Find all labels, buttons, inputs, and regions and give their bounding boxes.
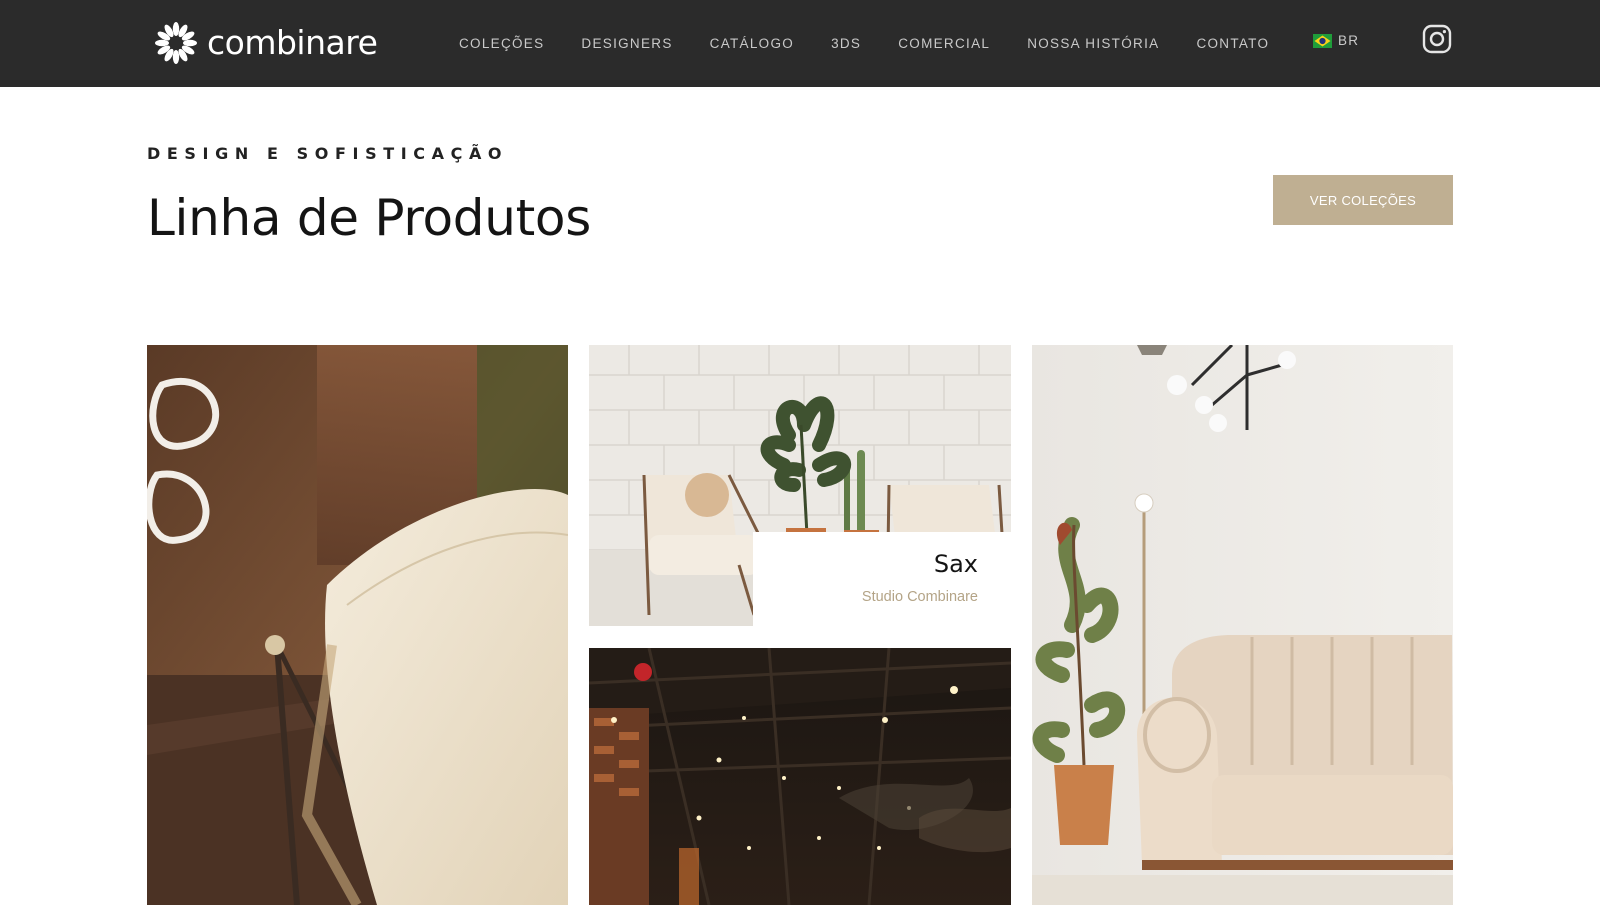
nav-item-designers[interactable]: DESIGNERS <box>581 36 672 51</box>
nav-item-catalogo[interactable]: CATÁLOGO <box>710 36 794 51</box>
page-title: Linha de Produtos <box>147 189 591 247</box>
view-collections-button[interactable]: VER COLEÇÕES <box>1273 175 1453 225</box>
product-image-pillow-chair[interactable] <box>147 345 568 905</box>
brand-name: combinare <box>207 23 378 62</box>
language-label: BR <box>1338 33 1360 48</box>
main-nav: COLEÇÕES DESIGNERS CATÁLOGO 3DS COMERCIA… <box>459 0 1269 87</box>
product-card-title: Sax <box>933 550 978 578</box>
instagram-icon[interactable] <box>1422 24 1452 54</box>
product-card-sax[interactable]: Sax Studio Combinare <box>753 532 1011 626</box>
nav-item-comercial[interactable]: COMERCIAL <box>898 36 990 51</box>
nav-item-nossa-historia[interactable]: NOSSA HISTÓRIA <box>1027 36 1159 51</box>
brand-logo[interactable]: combinare <box>153 20 378 66</box>
section-eyebrow: DESIGN E SOFISTICAÇÃO <box>147 144 509 163</box>
nav-item-3ds[interactable]: 3DS <box>831 36 861 51</box>
language-selector[interactable]: BR <box>1313 33 1359 48</box>
product-image-restaurant[interactable] <box>589 648 1011 905</box>
brazil-flag-icon <box>1313 33 1332 48</box>
nav-item-contato[interactable]: CONTATO <box>1196 36 1269 51</box>
product-image-sofa[interactable] <box>1032 345 1453 905</box>
nav-item-colecoes[interactable]: COLEÇÕES <box>459 36 544 51</box>
flower-burst-icon <box>155 22 197 64</box>
product-card-designer: Studio Combinare <box>861 589 978 605</box>
site-header: combinare COLEÇÕES DESIGNERS CATÁLOGO 3D… <box>0 0 1600 87</box>
